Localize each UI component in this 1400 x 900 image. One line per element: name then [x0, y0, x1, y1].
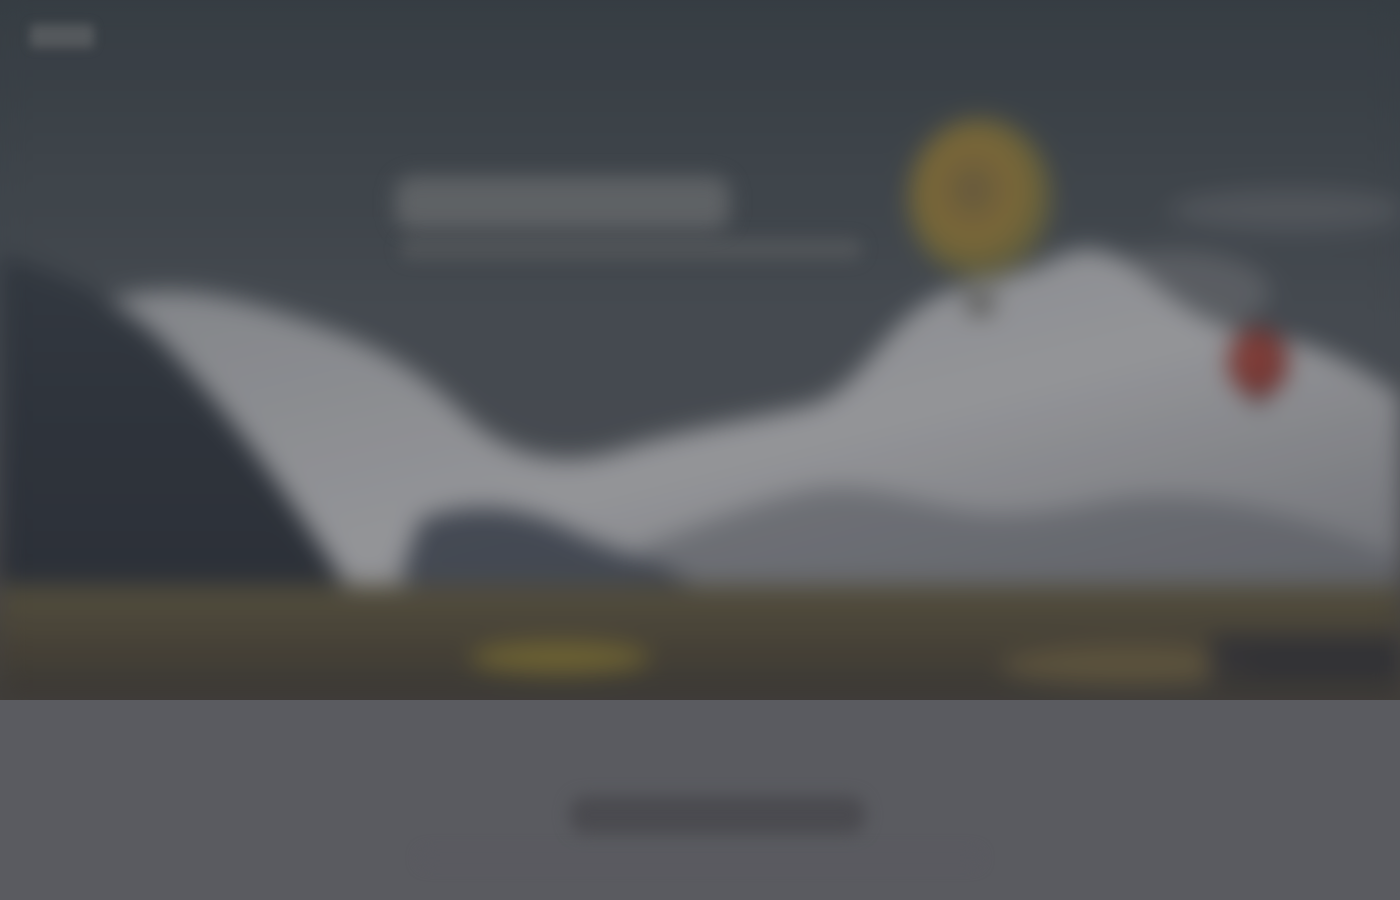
hero-subtitle	[400, 238, 862, 260]
hot-air-balloon-large	[908, 118, 1052, 278]
dark-treeline	[1210, 635, 1400, 680]
landing-page	[0, 0, 1400, 900]
hero-banner	[0, 0, 1400, 700]
hot-air-balloon-small	[1228, 328, 1288, 396]
balloon-large-basket	[968, 296, 992, 314]
balloon-small-basket	[1251, 392, 1265, 404]
cloud	[1170, 188, 1400, 232]
hero-title	[395, 176, 730, 230]
mountain-balloon-landscape-image	[0, 0, 1400, 700]
content-section	[0, 700, 1400, 900]
section-subtext	[420, 850, 980, 866]
yellow-field	[470, 642, 650, 674]
section-heading	[570, 796, 865, 834]
site-logo[interactable]	[30, 24, 94, 48]
